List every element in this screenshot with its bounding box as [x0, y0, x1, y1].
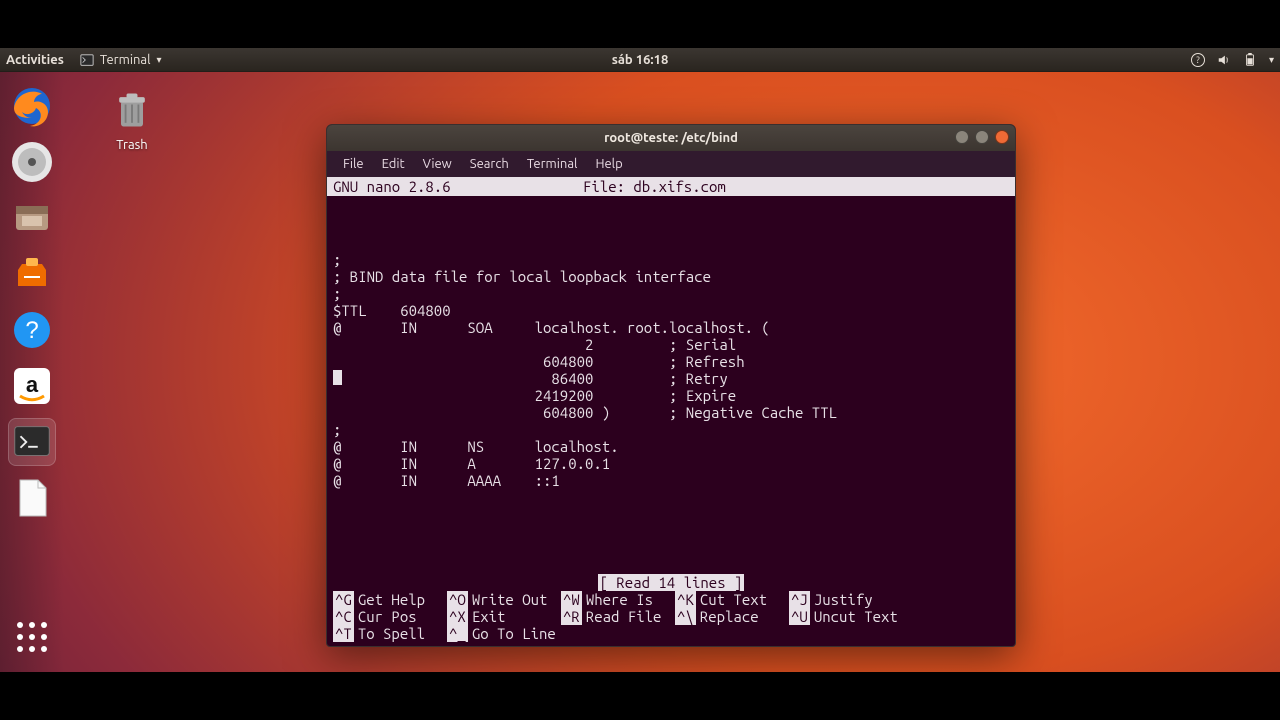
svg-text:a: a: [26, 372, 39, 397]
menu-file[interactable]: File: [335, 153, 372, 175]
show-applications-button[interactable]: [17, 622, 47, 652]
battery-icon[interactable]: [1243, 53, 1257, 67]
trash-label: Trash: [96, 138, 168, 152]
nano-status: [ Read 14 lines ]: [327, 574, 1015, 591]
nano-help-entry: ^_Go To Line: [447, 625, 561, 642]
window-close-button[interactable]: [995, 130, 1009, 144]
dock-software[interactable]: [8, 250, 56, 298]
app-menu-terminal[interactable]: Terminal ▾: [80, 53, 162, 67]
dock-amazon[interactable]: a: [8, 362, 56, 410]
menu-help[interactable]: Help: [587, 153, 630, 175]
menu-view[interactable]: View: [415, 153, 460, 175]
window-maximize-button[interactable]: [975, 130, 989, 144]
terminal-menubar: File Edit View Search Terminal Help: [327, 151, 1015, 177]
chevron-down-icon: ▾: [157, 54, 162, 66]
volume-icon[interactable]: [1217, 53, 1231, 67]
window-titlebar[interactable]: root@teste: /etc/bind: [327, 125, 1015, 151]
dock-files[interactable]: [8, 194, 56, 242]
nano-help-entry: ^GGet Help: [333, 591, 447, 608]
nano-help-entry: ^UUncut Text: [789, 608, 903, 625]
system-menu-caret[interactable]: ▾: [1269, 54, 1274, 66]
nano-file: File: db.xifs.com: [583, 178, 1009, 195]
nano-version: GNU nano 2.8.6: [333, 178, 583, 195]
nano-help-bar: ^GGet Help ^OWrite Out ^WWhere Is ^KCut …: [327, 591, 1015, 646]
dock-terminal[interactable]: [8, 418, 56, 466]
menu-search[interactable]: Search: [462, 153, 517, 175]
menu-terminal[interactable]: Terminal: [519, 153, 586, 175]
activities-button[interactable]: Activities: [6, 53, 64, 67]
nano-help-entry: ^CCur Pos: [333, 608, 447, 625]
dock-firefox[interactable]: [8, 82, 56, 130]
clock[interactable]: sáb 16:18: [612, 53, 669, 67]
nano-help-entry: ^OWrite Out: [447, 591, 561, 608]
nano-help-entry: ^\Replace: [675, 608, 789, 625]
window-minimize-button[interactable]: [955, 130, 969, 144]
gnome-top-bar: Activities Terminal ▾ sáb 16:18 ? ▾: [0, 48, 1280, 72]
nano-help-entry: ^XExit: [447, 608, 561, 625]
app-menu-label: Terminal: [100, 53, 151, 67]
nano-help-entry: ^JJustify: [789, 591, 903, 608]
nano-header: GNU nano 2.8.6 File: db.xifs.com: [327, 177, 1015, 196]
nano-editor-body[interactable]: ; ; BIND data file for local loopback in…: [327, 196, 1015, 523]
desktop-trash[interactable]: Trash: [96, 88, 168, 152]
terminal-window: root@teste: /etc/bind File Edit View Sea…: [326, 124, 1016, 647]
svg-text:?: ?: [25, 317, 38, 344]
nano-help-entry: ^TTo Spell: [333, 625, 447, 642]
trash-icon: [110, 88, 154, 132]
terminal-content[interactable]: GNU nano 2.8.6 File: db.xifs.com ; ; BIN…: [327, 177, 1015, 646]
dock-help[interactable]: ?: [8, 306, 56, 354]
text-cursor: [333, 370, 342, 385]
window-title: root@teste: /etc/bind: [604, 131, 738, 145]
dock-rhythmbox[interactable]: [8, 138, 56, 186]
menu-edit[interactable]: Edit: [374, 153, 413, 175]
network-icon[interactable]: ?: [1191, 53, 1205, 67]
dock-libreoffice[interactable]: [8, 474, 56, 522]
nano-help-entry: ^KCut Text: [675, 591, 789, 608]
launcher-dock: ? a: [0, 72, 64, 672]
nano-help-entry: ^RRead File: [561, 608, 675, 625]
nano-help-entry: ^WWhere Is: [561, 591, 675, 608]
